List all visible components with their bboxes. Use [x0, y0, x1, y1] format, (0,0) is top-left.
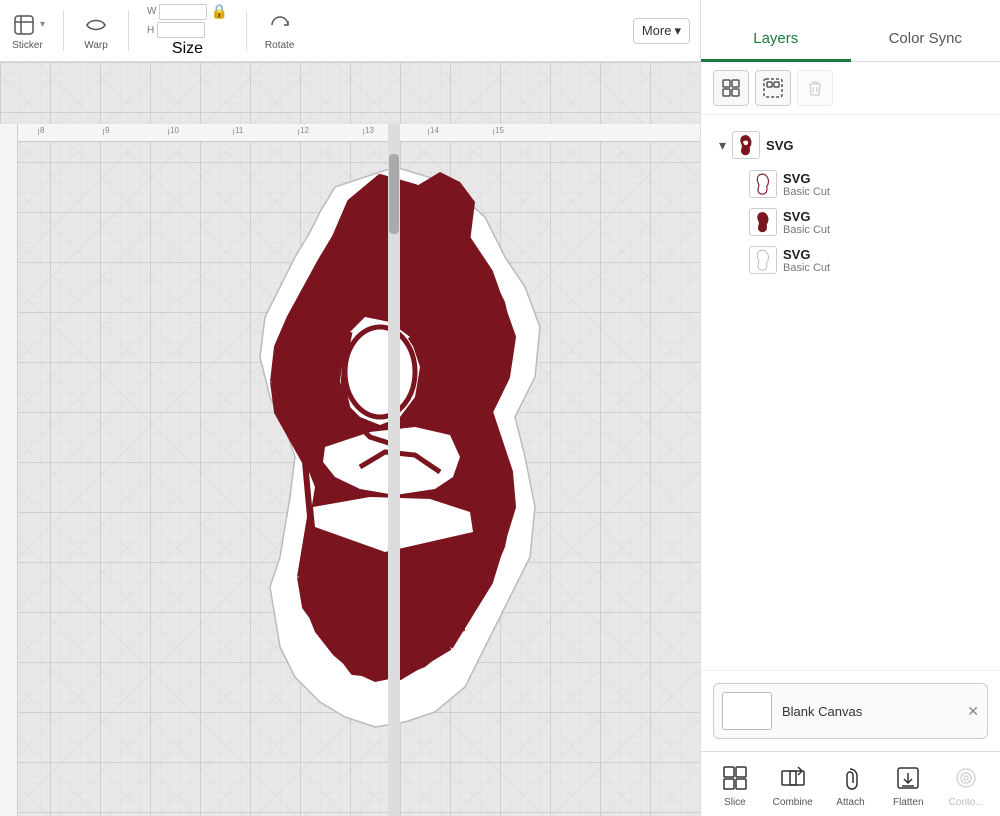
slice-label: Slice — [724, 797, 746, 808]
layer-item-1-thumb — [749, 170, 777, 198]
rotate-tool[interactable]: Rotate — [265, 11, 294, 51]
layer-children: SVG Basic Cut SVG Basic Cut — [741, 165, 990, 279]
layer-expand-icon: ▾ — [719, 137, 726, 154]
contour-icon — [950, 762, 982, 794]
height-input[interactable] — [157, 22, 205, 38]
lock-icon: 🔒 — [210, 3, 227, 20]
layer-parent-thumb — [732, 131, 760, 159]
layer-item-1-info: SVG Basic Cut — [783, 171, 830, 198]
layer-item-1[interactable]: SVG Basic Cut — [741, 165, 990, 203]
layer-parent-svg[interactable]: ▾ SVG — [711, 125, 990, 165]
divider-2 — [128, 11, 129, 51]
group-button[interactable] — [713, 70, 749, 106]
width-input[interactable] — [159, 4, 207, 20]
blank-canvas-close-icon[interactable]: ✕ — [967, 703, 979, 720]
ruler-mark-11: 11 — [233, 124, 243, 135]
sticker-label: Sticker — [12, 40, 43, 51]
more-label: More — [642, 23, 672, 38]
divider-1 — [63, 11, 64, 51]
warp-icon — [82, 11, 110, 39]
delete-button[interactable] — [797, 70, 833, 106]
combine-action[interactable]: Combine — [768, 762, 818, 808]
more-button[interactable]: More ▾ — [633, 18, 690, 44]
divider-3 — [246, 11, 247, 51]
tab-color-sync[interactable]: Color Sync — [851, 20, 1000, 62]
layer-item-3-thumb — [749, 246, 777, 274]
sticker-tool[interactable]: ▾ Sticker — [10, 11, 45, 51]
contour-action[interactable]: Conto... — [941, 762, 991, 808]
blank-canvas-section: Blank Canvas ✕ — [701, 670, 1000, 751]
blank-canvas-label: Blank Canvas — [782, 704, 862, 719]
more-chevron-icon: ▾ — [674, 23, 681, 39]
layer-item-3-info: SVG Basic Cut — [783, 247, 830, 274]
canvas-image[interactable] — [195, 157, 575, 737]
layer-item-2-info: SVG Basic Cut — [783, 209, 830, 236]
slice-action[interactable]: Slice — [710, 762, 760, 808]
layer-group-svg: ▾ SVG — [701, 125, 1000, 279]
ruler-mark-15: 15 — [493, 124, 504, 135]
layer-item-3[interactable]: SVG Basic Cut — [741, 241, 990, 279]
canvas-area[interactable]: 8 9 10 11 12 13 14 15 — [0, 62, 700, 816]
blank-canvas-item[interactable]: Blank Canvas ✕ — [713, 683, 988, 739]
size-label: Size — [147, 40, 228, 58]
layer-item-2-thumb — [749, 208, 777, 236]
flatten-action[interactable]: Flatten — [883, 762, 933, 808]
combine-icon — [777, 762, 809, 794]
slice-icon — [719, 762, 751, 794]
layer-parent-info: SVG — [766, 138, 793, 153]
ruler-left — [0, 124, 18, 816]
panel-tabs: Layers Color Sync — [701, 0, 1000, 62]
size-tool: W 🔒 H Size — [147, 3, 228, 58]
ungroup-button[interactable] — [755, 70, 791, 106]
sticker-icon — [10, 11, 38, 39]
combine-label: Combine — [773, 797, 813, 808]
blank-canvas-thumb — [722, 692, 772, 730]
layers-list: ▾ SVG — [701, 115, 1000, 670]
tab-layers[interactable]: Layers — [701, 20, 851, 62]
ruler-mark-10: 10 — [168, 124, 179, 135]
rotate-icon — [266, 11, 294, 39]
flatten-icon — [892, 762, 924, 794]
ruler-mark-14: 14 — [428, 124, 439, 135]
layer-item-2[interactable]: SVG Basic Cut — [741, 203, 990, 241]
attach-icon — [834, 762, 866, 794]
panel-toolbar — [701, 62, 1000, 115]
attach-action[interactable]: Attach — [825, 762, 875, 808]
bottom-bar: Slice Combine Attach — [701, 751, 1000, 816]
ruler-mark-8: 8 — [38, 124, 44, 135]
canvas-scrollbar[interactable] — [388, 124, 400, 816]
toolbar: ▾ Sticker Warp W 🔒 H Size — [0, 0, 700, 62]
warp-tool[interactable]: Warp — [82, 11, 110, 51]
flatten-label: Flatten — [893, 797, 924, 808]
right-panel: Layers Color Sync — [700, 0, 1000, 816]
canvas-scrollbar-thumb[interactable] — [389, 154, 399, 234]
ruler-mark-13: 13 — [363, 124, 374, 135]
ruler-mark-12: 12 — [298, 124, 309, 135]
warp-label: Warp — [84, 40, 108, 51]
contour-label: Conto... — [949, 797, 984, 808]
rotate-label: Rotate — [265, 40, 294, 51]
ruler-top: 8 9 10 11 12 13 14 15 — [18, 124, 700, 142]
attach-label: Attach — [836, 797, 864, 808]
ruler-mark-9: 9 — [103, 124, 109, 135]
